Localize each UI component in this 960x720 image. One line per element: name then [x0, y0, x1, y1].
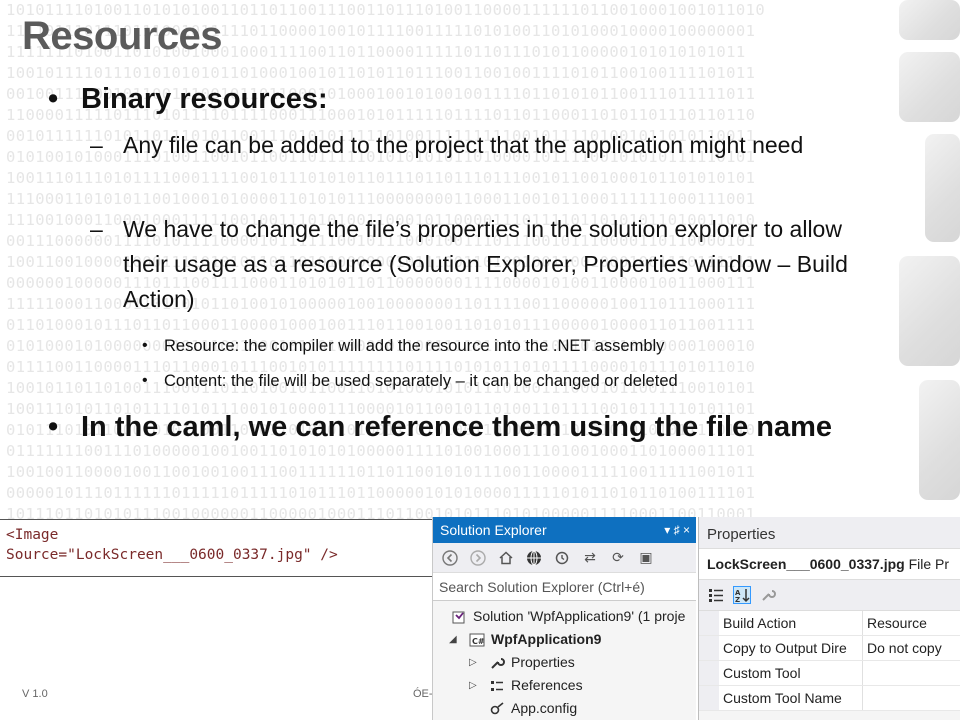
row-gutter	[699, 611, 719, 635]
code-sample-box: <Image Source="LockScreen___0600_0337.jp…	[0, 519, 432, 577]
collapse-icon[interactable]: ▣	[637, 549, 655, 567]
property-value[interactable]: Do not copy	[863, 636, 960, 660]
footer-institution: ÓE-	[413, 688, 433, 700]
csharp-project-icon: C#	[469, 632, 485, 648]
references-icon	[489, 678, 505, 694]
svg-text:C#: C#	[472, 637, 485, 646]
properties-panel: Properties LockScreen___0600_0337.jpg Fi…	[698, 517, 960, 720]
decor-tile	[899, 52, 960, 122]
selected-file-type: File Pr	[908, 556, 950, 572]
bullet-level1: • In the caml, we can reference them usi…	[48, 408, 868, 446]
bullet-text: Content: the file will be used separatel…	[164, 372, 678, 390]
binary-row: 1001110111010111100011110010111010101101…	[6, 169, 756, 187]
bullet-level3: • Resource: the compiler will add the re…	[142, 335, 862, 357]
property-name: Build Action	[719, 611, 863, 635]
alphabetical-icon[interactable]: AZ	[733, 586, 751, 604]
bullet-level3: • Content: the file will be used separat…	[142, 370, 862, 392]
binary-row: 0110100010111011011000110000100010011101…	[6, 316, 756, 334]
tree-item-references[interactable]: ▷ References	[433, 674, 696, 697]
property-row[interactable]: Custom Tool Name	[699, 686, 960, 711]
collapsed-arrow-icon[interactable]: ▷	[469, 651, 477, 674]
tree-item-solution[interactable]: Solution 'WpfApplication9' (1 proje	[433, 605, 696, 628]
selected-file-name: LockScreen___0600_0337.jpg	[707, 556, 905, 572]
tree-item-project[interactable]: ◢ C# WpfApplication9	[433, 628, 696, 651]
tree-item-properties[interactable]: ▷ Properties	[433, 651, 696, 674]
dash-icon: –	[90, 216, 103, 242]
solution-explorer-titlebar: Solution Explorer ▾ ♯ ×	[433, 517, 696, 543]
sync-icon[interactable]: ⇄	[581, 549, 599, 567]
bullet-text: Resource: the compiler will add the reso…	[164, 337, 665, 355]
expanded-arrow-icon[interactable]: ◢	[449, 628, 457, 651]
panel-pin-icon[interactable]: ▾ ♯ ×	[664, 517, 690, 543]
solution-explorer-title: Solution Explorer	[440, 522, 547, 538]
bullet-text: Binary resources:	[81, 83, 328, 115]
bullet-dot-icon: •	[142, 337, 148, 354]
property-value[interactable]	[863, 661, 960, 685]
properties-title: Properties	[699, 517, 960, 549]
decor-tile	[925, 134, 960, 242]
decor-tile	[919, 380, 960, 500]
tree-item-label: App.config	[511, 700, 578, 716]
property-name: Copy to Output Dire	[719, 636, 863, 660]
property-name: Custom Tool	[719, 661, 863, 685]
row-gutter	[699, 636, 719, 660]
property-name: Custom Tool Name	[719, 686, 863, 710]
collapsed-arrow-icon[interactable]: ▷	[469, 674, 477, 697]
tree-item-label: WpfApplication9	[491, 631, 602, 647]
solution-explorer-toolbar: ⇄ ⟳ ▣	[433, 543, 696, 573]
bullet-text: We have to change the file’s properties …	[123, 216, 848, 312]
property-value[interactable]: Resource	[863, 611, 960, 635]
home-icon[interactable]	[497, 549, 515, 567]
dash-icon: –	[90, 132, 103, 158]
solution-tree: Solution 'WpfApplication9' (1 proje ◢ C#…	[433, 601, 696, 720]
slide-title: Resources	[22, 14, 223, 58]
row-gutter	[699, 686, 719, 710]
bullet-level2: – Any file can be added to the project t…	[90, 128, 860, 163]
bullet-dot-icon: •	[142, 372, 148, 389]
solution-explorer-panel: Solution Explorer ▾ ♯ × ⇄ ⟳ ▣ Search Sol…	[432, 517, 696, 720]
bullet-text: Any file can be added to the project tha…	[123, 132, 804, 158]
properties-object-selector[interactable]: LockScreen___0600_0337.jpg File Pr	[699, 549, 960, 579]
properties-toolbar: AZ	[699, 579, 960, 611]
footer-version: V 1.0	[22, 688, 48, 700]
wrench-icon	[489, 655, 505, 671]
bullet-text: In the caml, we can reference them using…	[81, 411, 833, 443]
bullet-dot-icon: •	[48, 411, 59, 443]
tree-item-label: Solution 'WpfApplication9' (1 proje	[473, 608, 686, 624]
property-row[interactable]: Build Action Resource	[699, 611, 960, 636]
row-gutter	[699, 661, 719, 685]
tree-item-label: Properties	[511, 654, 575, 670]
config-icon	[489, 701, 505, 717]
globe-icon[interactable]	[525, 549, 543, 567]
property-row[interactable]: Copy to Output Dire Do not copy	[699, 636, 960, 661]
decor-tile	[899, 256, 960, 366]
decor-tile	[899, 0, 960, 40]
svg-text:Z: Z	[735, 596, 740, 603]
property-row[interactable]: Custom Tool	[699, 661, 960, 686]
properties-grid: Build Action Resource Copy to Output Dir…	[699, 611, 960, 711]
refresh-icon[interactable]: ⟳	[609, 549, 627, 567]
tree-item-label: References	[511, 677, 583, 693]
wrench-icon[interactable]	[759, 586, 777, 604]
categorized-icon[interactable]	[707, 586, 725, 604]
forward-icon[interactable]	[469, 549, 487, 567]
decorative-tiles	[885, 0, 960, 520]
binary-row: 1110001101010110010001010000110101011100…	[6, 190, 756, 208]
binary-row: 0000010111011111101111101111101011101100…	[6, 484, 756, 502]
bullet-level1: • Binary resources:	[48, 80, 868, 118]
solution-explorer-search[interactable]: Search Solution Explorer (Ctrl+é)	[433, 573, 696, 601]
binary-row: 1001001100001001100100100111001111110110…	[6, 463, 756, 481]
history-icon[interactable]	[553, 549, 571, 567]
bullet-level2: – We have to change the file’s propertie…	[90, 212, 860, 317]
bullet-dot-icon: •	[48, 83, 59, 115]
solution-icon	[451, 609, 467, 625]
back-icon[interactable]	[441, 549, 459, 567]
tree-item-app-config[interactable]: App.config	[433, 697, 696, 720]
property-value[interactable]	[863, 686, 960, 710]
code-snippet: <Image Source="LockScreen___0600_0337.jp…	[6, 527, 338, 563]
